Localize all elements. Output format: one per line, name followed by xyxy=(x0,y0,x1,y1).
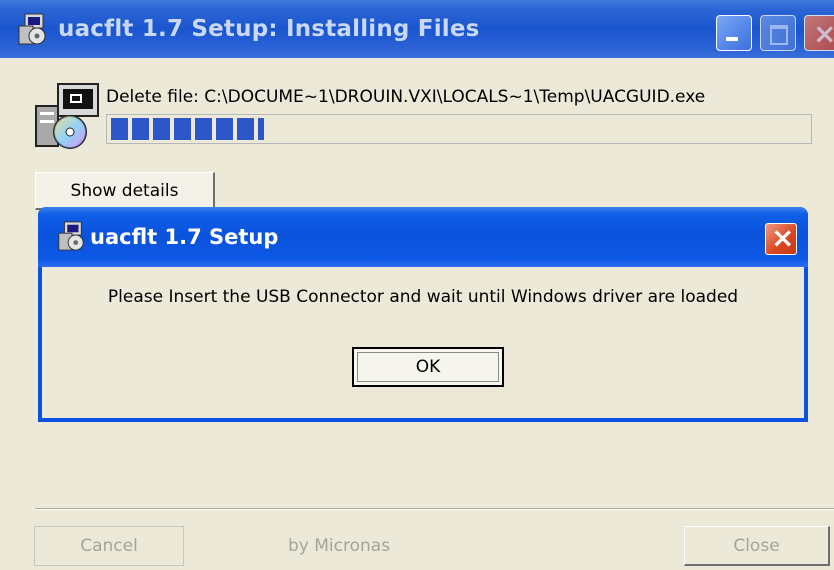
setup-app-icon xyxy=(18,13,46,45)
show-details-button[interactable]: Show details xyxy=(35,172,215,210)
close-icon: × xyxy=(813,17,834,50)
main-title-bar[interactable]: uacflt 1.7 Setup: Installing Files × xyxy=(0,0,834,58)
main-close-button[interactable]: × xyxy=(804,15,834,51)
message-dialog: uacflt 1.7 Setup × Please Insert the USB… xyxy=(38,207,808,422)
progress-bar xyxy=(106,114,812,144)
dialog-close-button[interactable]: × xyxy=(765,221,797,255)
branding-text: by Micronas xyxy=(288,536,391,556)
status-text: Delete file: C:\DOCUME~1\DROUIN.VXI\LOCA… xyxy=(106,87,706,107)
installer-cd-icon xyxy=(35,83,99,149)
minimize-button[interactable] xyxy=(716,15,752,51)
close-button[interactable]: Close xyxy=(684,526,830,566)
close-icon: × xyxy=(771,221,795,254)
cancel-button[interactable]: Cancel xyxy=(34,526,184,566)
main-window-title: uacflt 1.7 Setup: Installing Files xyxy=(58,16,480,42)
divider xyxy=(35,508,834,510)
maximize-button[interactable] xyxy=(760,15,796,51)
dialog-title: uacflt 1.7 Setup xyxy=(90,225,279,249)
progress-fill xyxy=(111,118,264,140)
dialog-message: Please Insert the USB Connector and wait… xyxy=(107,287,739,307)
ok-button[interactable]: OK xyxy=(352,347,504,387)
dialog-title-bar[interactable]: uacflt 1.7 Setup × xyxy=(38,207,808,267)
setup-app-icon xyxy=(58,221,84,251)
